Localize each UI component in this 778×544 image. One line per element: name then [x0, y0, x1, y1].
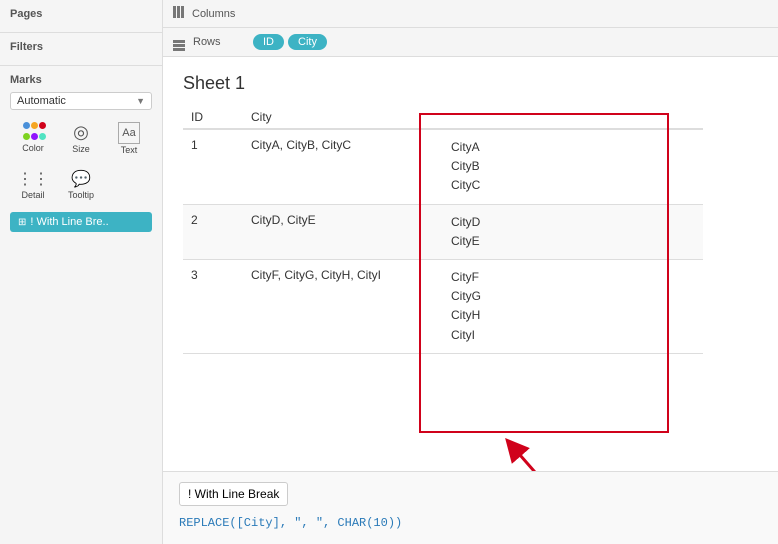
data-table: ID City 1 CityA, CityB, CityC CityACityB…: [183, 106, 703, 354]
dot-purple: [31, 133, 38, 140]
dot-red: [39, 122, 46, 129]
dropdown-arrow-icon: ▼: [136, 96, 145, 106]
col-header-empty: [443, 106, 643, 129]
rows-text: Rows: [193, 36, 221, 48]
row-1-city: CityA, CityB, CityC: [243, 129, 443, 204]
dot-teal: [39, 133, 46, 140]
tooltip-icon: 💬: [71, 169, 91, 189]
detail-label: Detail: [21, 190, 44, 200]
size-icon: ◎: [73, 122, 89, 143]
col-header-spacer: [643, 106, 703, 129]
size-button[interactable]: ◎ Size: [58, 118, 104, 159]
columns-row: Columns: [163, 0, 778, 28]
detail-icon: ⋮⋮: [17, 169, 49, 189]
row-2-id: 2: [183, 204, 243, 259]
rows-row: Rows ID City: [163, 28, 778, 56]
col-header-id: ID: [183, 106, 243, 129]
detail-button[interactable]: ⋮⋮ Detail: [10, 165, 56, 204]
id-pill[interactable]: ID: [253, 34, 284, 50]
with-line-break-label: ! With Line Bre..: [30, 216, 108, 228]
columns-label: Columns: [173, 6, 253, 21]
formula-code: REPLACE([City], ", ", CHAR(10)): [179, 512, 762, 534]
dot-orange: [31, 122, 38, 129]
table-row: 1 CityA, CityB, CityC CityACityBCityC: [183, 129, 703, 204]
color-label: Color: [22, 143, 44, 153]
marks-buttons-grid: Color ◎ Size Aa Text: [10, 118, 152, 159]
table-row: 3 CityF, CityG, CityH, CityI CityFCityGC…: [183, 259, 703, 353]
columns-text: Columns: [192, 8, 235, 20]
rows-icon: [173, 34, 189, 51]
size-label: Size: [72, 144, 90, 154]
formula-name-input[interactable]: ! With Line Break: [179, 482, 288, 506]
col-header-city: City: [243, 106, 443, 129]
row-2-city: CityD, CityE: [243, 204, 443, 259]
text-button[interactable]: Aa Text: [106, 118, 152, 159]
sidebar: Pages Filters Marks Automatic ▼: [0, 0, 163, 544]
row-2-city-expanded: CityDCityE: [443, 204, 643, 259]
rows-label: Rows: [173, 34, 253, 51]
tooltip-label: Tooltip: [68, 190, 94, 200]
formula-name-display: ! With Line Break: [179, 482, 762, 512]
city-pill[interactable]: City: [288, 34, 327, 50]
marks-buttons-grid2: ⋮⋮ Detail 💬 Tooltip: [10, 165, 152, 204]
formula-area: ! With Line Break REPLACE([City], ", ", …: [163, 471, 778, 544]
filters-label: Filters: [10, 41, 152, 53]
columns-icon: [173, 6, 188, 21]
filters-section: Filters: [0, 33, 162, 66]
dot-blue: [23, 122, 30, 129]
with-line-break-icon: ⊞: [18, 217, 26, 228]
sheet-title: Sheet 1: [183, 73, 758, 94]
row-3-city-expanded: CityFCityGCityHCityI: [443, 259, 643, 353]
row-3-spacer: [643, 259, 703, 353]
row-3-id: 3: [183, 259, 243, 353]
row-1-spacer: [643, 129, 703, 204]
pages-label: Pages: [10, 8, 152, 20]
with-line-break-container: ⊞ ! With Line Bre..: [10, 212, 152, 232]
table-row: 2 CityD, CityE CityDCityE: [183, 204, 703, 259]
color-button[interactable]: Color: [10, 118, 56, 159]
row-2-spacer: [643, 204, 703, 259]
row-3-city: CityF, CityG, CityH, CityI: [243, 259, 443, 353]
dot-green: [23, 133, 30, 140]
red-arrow: [493, 427, 553, 471]
row-1-city-expanded: CityACityBCityC: [443, 129, 643, 204]
main-content: Columns Rows ID City Sheet 1 ID: [163, 0, 778, 544]
text-icon: Aa: [118, 122, 140, 144]
canvas-header: Columns Rows ID City: [163, 0, 778, 57]
tooltip-button[interactable]: 💬 Tooltip: [58, 165, 104, 204]
row-1-id: 1: [183, 129, 243, 204]
marks-label: Marks: [10, 74, 152, 86]
marks-type-dropdown[interactable]: Automatic ▼: [10, 92, 152, 110]
with-line-break-button[interactable]: ⊞ ! With Line Bre..: [10, 212, 152, 232]
sheet-canvas: Sheet 1 ID City 1 CityA, CityB, CityC Ci…: [163, 57, 778, 471]
color-icon: [23, 122, 43, 142]
text-label: Text: [121, 145, 138, 155]
pages-section: Pages: [0, 0, 162, 33]
marks-dropdown-label: Automatic: [17, 95, 66, 107]
marks-section: Marks Automatic ▼ Color: [0, 66, 162, 240]
